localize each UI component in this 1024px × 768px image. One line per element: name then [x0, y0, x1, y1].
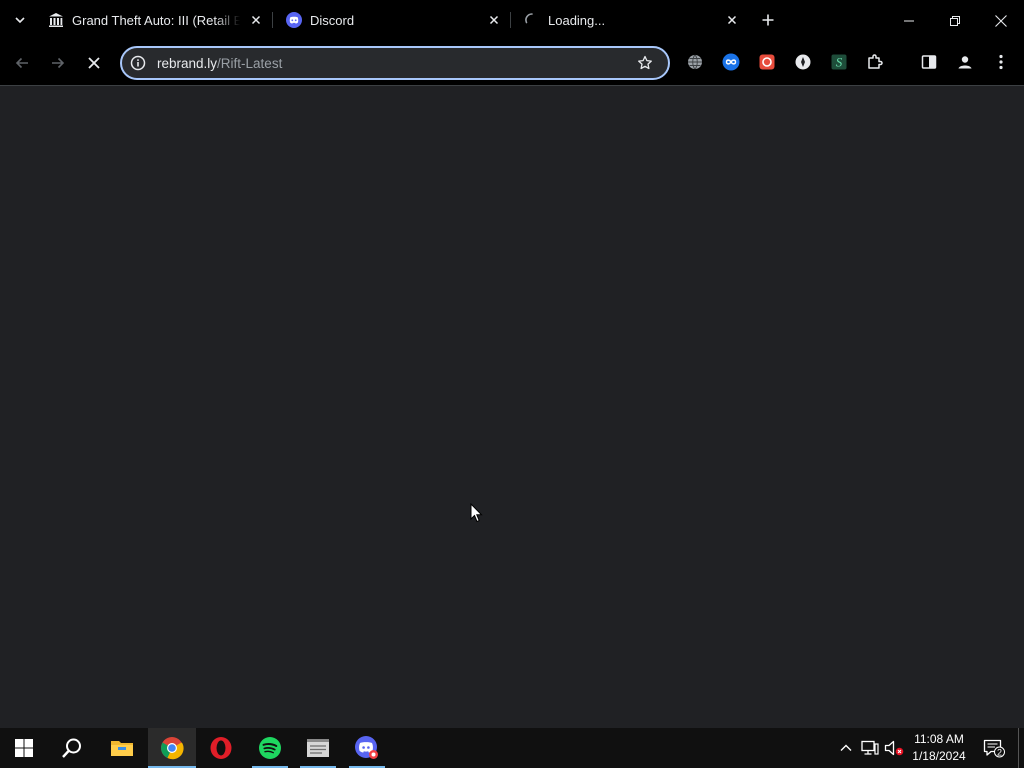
- tab-close-button[interactable]: [724, 12, 740, 28]
- restore-icon: [950, 15, 960, 26]
- notification-count: 2: [997, 747, 1002, 757]
- tab-loading[interactable]: Loading...: [516, 0, 748, 41]
- discord-icon: [286, 12, 302, 28]
- tab-separator: [510, 12, 511, 28]
- globe-extension-button[interactable]: [686, 53, 704, 71]
- taskbar-search-button[interactable]: [48, 728, 96, 768]
- mouse-cursor-icon: [470, 503, 483, 523]
- tab-close-button[interactable]: [248, 12, 264, 28]
- compass-extension-button[interactable]: [794, 53, 812, 71]
- back-button[interactable]: [8, 49, 36, 77]
- red-square-extension-button[interactable]: [758, 53, 776, 71]
- profile-icon: [958, 56, 972, 69]
- show-hidden-icons-button[interactable]: [836, 738, 856, 758]
- stop-loading-button[interactable]: [80, 49, 108, 77]
- url-path: /Rift-Latest: [217, 56, 283, 71]
- s-letter-icon: S: [831, 54, 847, 70]
- compass-icon: [795, 54, 811, 70]
- tab-close-button[interactable]: [486, 12, 502, 28]
- close-icon: [251, 15, 261, 25]
- close-icon: [88, 57, 100, 69]
- start-button[interactable]: [0, 728, 48, 768]
- desktop-screen: Grand Theft Auto: III (Retail Edit Disco…: [0, 0, 1024, 768]
- discord-icon: [355, 736, 378, 759]
- chrome-menu-button[interactable]: [992, 53, 1010, 71]
- url-host: rebrand.ly: [157, 56, 218, 71]
- loading-spinner-icon: [525, 13, 533, 24]
- minimize-icon: [904, 20, 914, 21]
- puzzle-icon: [868, 54, 883, 69]
- clock-date: 1/18/2024: [912, 749, 966, 763]
- arrow-left-icon: [15, 57, 28, 69]
- tab-search-button[interactable]: [8, 8, 32, 32]
- museum-icon: [49, 13, 63, 27]
- extensions-menu-button[interactable]: [866, 53, 884, 71]
- address-bar[interactable]: rebrand.ly/Rift-Latest: [120, 46, 670, 80]
- show-desktop-button[interactable]: [1018, 728, 1024, 768]
- tab-separator: [272, 12, 273, 28]
- spotify-icon: [259, 737, 281, 759]
- clock-time: 11:08 AM: [914, 732, 964, 746]
- tab-strip: Grand Theft Auto: III (Retail Edit Disco…: [0, 0, 1024, 41]
- profile-button[interactable]: [956, 53, 974, 71]
- page-content-blank: [0, 87, 1024, 728]
- minimize-button[interactable]: [886, 0, 932, 41]
- infinity-icon: [722, 53, 740, 71]
- red-square-icon: [759, 54, 775, 70]
- chevron-up-icon: [840, 744, 852, 751]
- bookmark-star-button[interactable]: [636, 54, 654, 72]
- taskbar-notepad[interactable]: [294, 728, 342, 768]
- new-tab-button[interactable]: [756, 8, 780, 32]
- tab-gta3[interactable]: Grand Theft Auto: III (Retail Edit: [40, 0, 270, 41]
- notepad-icon: [307, 739, 329, 757]
- globe-icon: [688, 54, 702, 70]
- volume-tray-button[interactable]: [884, 738, 904, 758]
- chrome-icon: [161, 737, 184, 760]
- close-icon: [995, 14, 1007, 27]
- notification-icon: 2: [983, 739, 1005, 758]
- tab-discord[interactable]: Discord: [278, 0, 508, 41]
- infinity-extension-button[interactable]: [722, 53, 740, 71]
- taskbar-opera[interactable]: [197, 728, 245, 768]
- close-icon: [489, 15, 499, 25]
- taskbar-clock[interactable]: 11:08 AM 1/18/2024: [906, 731, 972, 765]
- windows-taskbar: 11:08 AM 1/18/2024 2: [0, 728, 1024, 768]
- folder-icon: [111, 741, 133, 756]
- info-icon: [130, 55, 146, 71]
- taskbar-discord[interactable]: [343, 728, 391, 768]
- tab-title: Grand Theft Auto: III (Retail Edit: [72, 13, 240, 28]
- plus-icon: [762, 14, 774, 26]
- network-tray-button[interactable]: [860, 738, 880, 758]
- windows-logo-icon: [15, 739, 33, 757]
- star-icon: [638, 55, 652, 70]
- arrow-right-icon: [52, 57, 65, 69]
- tab-title: Discord: [310, 13, 355, 28]
- address-bar-url[interactable]: rebrand.ly/Rift-Latest: [157, 56, 282, 71]
- network-icon: [861, 740, 879, 755]
- side-panel-icon: [921, 55, 937, 69]
- close-icon: [727, 15, 737, 25]
- taskbar-file-explorer[interactable]: [98, 728, 146, 768]
- opera-icon: [210, 737, 232, 759]
- site-info-button[interactable]: [129, 54, 147, 72]
- svg-text:S: S: [836, 55, 843, 70]
- volume-muted-icon: [884, 740, 904, 756]
- search-icon: [62, 738, 81, 758]
- kebab-menu-icon: [999, 54, 1003, 70]
- close-window-button[interactable]: [978, 0, 1024, 41]
- restore-button[interactable]: [932, 0, 978, 41]
- chevron-down-icon: [15, 17, 25, 24]
- side-panel-button[interactable]: [920, 53, 938, 71]
- s-extension-button[interactable]: S: [830, 53, 848, 71]
- taskbar-chrome[interactable]: [148, 728, 196, 768]
- forward-button[interactable]: [44, 49, 72, 77]
- browser-toolbar: rebrand.ly/Rift-Latest S: [0, 41, 1024, 86]
- tab-title: Loading...: [548, 13, 606, 28]
- taskbar-spotify[interactable]: [246, 728, 294, 768]
- action-center-button[interactable]: 2: [982, 738, 1006, 758]
